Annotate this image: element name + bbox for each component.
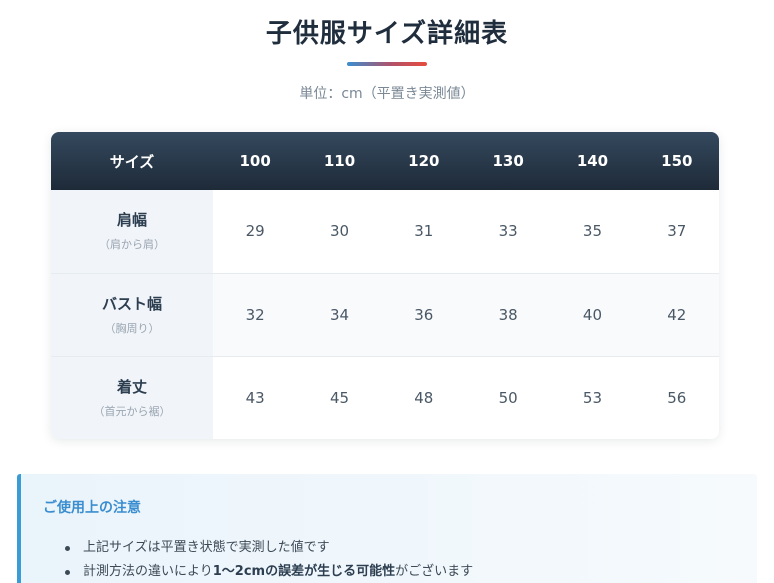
table-cell: 43 bbox=[213, 356, 298, 439]
page-title: 子供服サイズ詳細表 bbox=[265, 19, 509, 49]
header-size-150: 150 bbox=[661, 152, 693, 170]
table-cell: 50 bbox=[465, 356, 551, 439]
table-cell: 32 bbox=[213, 273, 298, 356]
page-header: 子供服サイズ詳細表 bbox=[0, 14, 774, 54]
header-size-100: 100 bbox=[239, 152, 271, 170]
size-table-container: サイズ 100 110 120 130 140 150 肩幅 （肩から肩） 29… bbox=[51, 132, 719, 439]
table-row-bust: バスト幅 （胸周り） 32 34 36 38 40 42 bbox=[51, 273, 719, 356]
table-cell: 30 bbox=[297, 190, 382, 273]
table-cell: 40 bbox=[550, 273, 635, 356]
table-row-length: 着丈 （首元から裾） 43 45 48 50 53 56 bbox=[51, 356, 719, 439]
header-size-label: サイズ bbox=[109, 152, 155, 171]
row-label-cell: 肩幅 （肩から肩） bbox=[51, 190, 213, 273]
table-cell: 48 bbox=[381, 356, 466, 439]
table-row-shoulder: 肩幅 （肩から肩） 29 30 31 33 35 37 bbox=[51, 190, 719, 273]
notice-list: 上記サイズは平置き状態で実測した値です 計測方法の違いにより1〜2cmの誤差が生… bbox=[63, 536, 473, 583]
table-cell: 53 bbox=[550, 356, 635, 439]
table-cell: 29 bbox=[213, 190, 298, 273]
unit-note: 単位：cm（平置き実測値） bbox=[299, 86, 475, 102]
row-sublabel: （胸周り） bbox=[104, 321, 160, 335]
notice-title: ご使用上の注意 bbox=[43, 500, 141, 516]
table-header-row: サイズ 100 110 120 130 140 150 bbox=[51, 132, 719, 190]
notice-item-text: 計測方法の違いにより bbox=[83, 564, 213, 579]
header-size-110: 110 bbox=[323, 152, 356, 170]
row-label: バスト幅 bbox=[101, 294, 162, 313]
row-sublabel: （肩から肩） bbox=[99, 238, 165, 252]
table-cell: 42 bbox=[634, 273, 719, 356]
table-cell: 45 bbox=[297, 356, 382, 439]
notice-item: 上記サイズは平置き状態で実測した値です bbox=[63, 536, 473, 560]
table-cell: 35 bbox=[550, 190, 635, 273]
row-label: 肩幅 bbox=[116, 211, 147, 230]
row-sublabel: （首元から裾） bbox=[93, 404, 171, 418]
notice-item: 計測方法の違いにより1〜2cmの誤差が生じる可能性がございます bbox=[63, 560, 473, 583]
row-label-cell: バスト幅 （胸周り） bbox=[51, 273, 213, 356]
header-size-130: 130 bbox=[492, 152, 524, 170]
table-cell: 36 bbox=[381, 273, 466, 356]
row-label: 着丈 bbox=[116, 377, 147, 396]
header-size-140: 140 bbox=[576, 152, 609, 170]
notice-item-text: がございます bbox=[395, 564, 474, 579]
row-label-cell: 着丈 （首元から裾） bbox=[51, 356, 213, 439]
table-cell: 34 bbox=[297, 273, 382, 356]
usage-notice: ご使用上の注意 上記サイズは平置き状態で実測した値です 計測方法の違いにより1〜… bbox=[17, 474, 757, 583]
size-table: サイズ 100 110 120 130 140 150 肩幅 （肩から肩） 29… bbox=[51, 132, 719, 439]
header-size-120: 120 bbox=[408, 152, 440, 170]
table-cell: 56 bbox=[634, 356, 719, 439]
table-cell: 38 bbox=[465, 273, 551, 356]
table-cell: 37 bbox=[634, 190, 719, 273]
notice-item-emphasis: 1〜2cmの誤差が生じる可能性 bbox=[212, 564, 396, 579]
table-cell: 33 bbox=[465, 190, 551, 273]
title-underline bbox=[347, 62, 427, 66]
table-cell: 31 bbox=[381, 190, 466, 273]
notice-item-text: 上記サイズは平置き状態で実測した値です bbox=[83, 540, 330, 555]
